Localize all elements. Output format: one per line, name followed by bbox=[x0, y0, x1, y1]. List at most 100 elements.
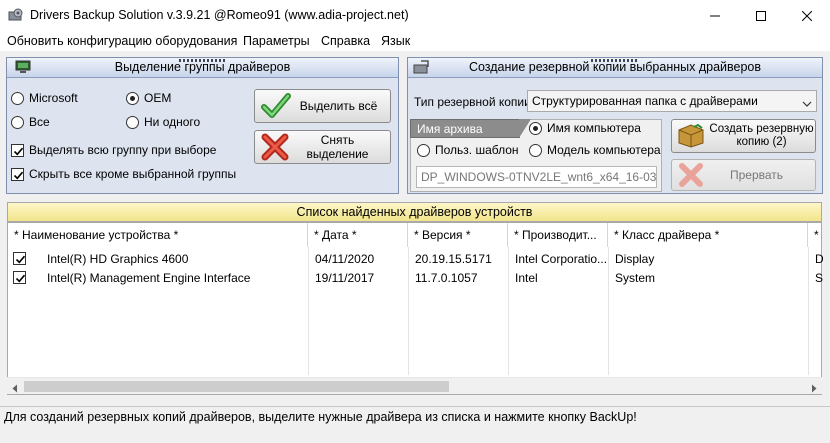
checkbox-hide-others-label: Скрыть все кроме выбранной группы bbox=[29, 167, 237, 181]
archive-name-group: Имя архива Имя компьютера Польз. шаблон … bbox=[410, 119, 662, 192]
radio-user-template-label: Польз. шаблон bbox=[435, 143, 519, 157]
red-x-icon bbox=[261, 133, 291, 161]
checkmark-icon bbox=[15, 274, 26, 283]
status-bar: Для созданий резервных копий драйверов, … bbox=[0, 406, 830, 443]
column-header-date[interactable]: * Дата * bbox=[308, 223, 408, 247]
radio-none[interactable]: Ни одного bbox=[126, 115, 200, 129]
horizontal-scrollbar[interactable] bbox=[7, 377, 822, 394]
radio-all-circle[interactable] bbox=[11, 115, 24, 129]
cell-date: 04/11/2020 bbox=[315, 252, 375, 266]
chevron-down-icon bbox=[802, 97, 812, 111]
drivers-table[interactable]: * Наименование устройства * * Дата * * В… bbox=[7, 222, 823, 395]
radio-computer-model-label: Модель компьютера bbox=[547, 143, 661, 157]
table-row[interactable]: Intel(R) Management Engine Interface 19/… bbox=[8, 268, 823, 287]
column-header-driver-class[interactable]: * Класс драйвера * bbox=[608, 223, 808, 247]
scrollbar-thumb[interactable] bbox=[24, 381, 449, 392]
column-header-device-name[interactable]: * Наименование устройства * bbox=[8, 223, 308, 247]
create-backup-button[interactable]: Создать резервную копию (2) bbox=[671, 119, 816, 153]
archive-name-label: Имя архива bbox=[417, 122, 483, 136]
drivers-list-header: Список найденных драйверов устройств bbox=[7, 202, 822, 222]
backup-panel: Создание резервной копии выбранных драйв… bbox=[407, 57, 823, 194]
abort-button-label: Прервать bbox=[729, 168, 784, 182]
radio-none-circle[interactable] bbox=[126, 115, 139, 129]
menu-language[interactable]: Язык bbox=[381, 34, 410, 48]
backup-panel-title: Создание резервной копии выбранных драйв… bbox=[468, 60, 762, 74]
cell-version: 11.7.0.1057 bbox=[415, 271, 478, 285]
title-bar[interactable]: Drivers Backup Solution v.3.9.21 @Romeo9… bbox=[0, 0, 830, 31]
row-checkbox[interactable] bbox=[13, 252, 26, 265]
radio-microsoft[interactable]: Microsoft bbox=[11, 91, 78, 105]
radio-computer-name-circle[interactable] bbox=[529, 121, 542, 135]
backup-drive-icon bbox=[413, 60, 431, 81]
row-checkbox[interactable] bbox=[13, 271, 26, 284]
select-all-button-label: Выделить всё bbox=[299, 99, 378, 113]
archive-name-field[interactable]: DP_WINDOWS-0TNV2LE_wnt6_x64_16-03-2025 bbox=[416, 166, 657, 188]
radio-all[interactable]: Все bbox=[11, 115, 50, 129]
scroll-left-icon[interactable] bbox=[11, 382, 19, 396]
cell-device-name: Intel(R) HD Graphics 4600 bbox=[47, 252, 189, 266]
radio-computer-model[interactable]: Модель компьютера bbox=[529, 143, 661, 157]
backup-panel-header: Создание резервной копии выбранных драйв… bbox=[408, 58, 822, 78]
checkbox-select-whole-group-box[interactable] bbox=[11, 143, 24, 157]
app-gear-icon bbox=[8, 8, 24, 22]
scroll-right-icon[interactable] bbox=[810, 382, 818, 396]
backup-type-value: Структурированная папка с драйверами bbox=[532, 94, 758, 108]
maximize-icon bbox=[756, 10, 766, 21]
menu-bar: Обновить конфигурацию оборудования Парам… bbox=[0, 31, 830, 51]
cell-driver-class: System bbox=[615, 271, 656, 285]
cell-extra: S bbox=[815, 271, 823, 285]
close-icon bbox=[802, 10, 812, 21]
checkmark-icon bbox=[13, 147, 24, 155]
select-all-button[interactable]: Выделить всё bbox=[254, 89, 391, 123]
radio-microsoft-circle[interactable] bbox=[11, 91, 24, 105]
radio-user-template-circle[interactable] bbox=[417, 143, 430, 157]
cell-extra: D bbox=[815, 252, 823, 266]
radio-oem[interactable]: OEM bbox=[126, 91, 171, 105]
cell-vendor: Intel bbox=[515, 271, 538, 285]
abort-button[interactable]: Прервать bbox=[671, 159, 816, 191]
column-header-version[interactable]: * Версия * bbox=[408, 223, 508, 247]
radio-computer-name[interactable]: Имя компьютера bbox=[529, 121, 641, 135]
package-icon bbox=[676, 122, 708, 150]
column-header-vendor[interactable]: * Производит... bbox=[508, 223, 608, 247]
menu-refresh-hardware[interactable]: Обновить конфигурацию оборудования bbox=[7, 34, 237, 48]
radio-none-label: Ни одного bbox=[144, 115, 201, 129]
checkbox-hide-others-box[interactable] bbox=[11, 167, 24, 181]
panel-grip-handle[interactable] bbox=[591, 59, 639, 62]
close-button[interactable] bbox=[784, 0, 830, 31]
radio-all-label: Все bbox=[29, 115, 50, 129]
cell-version: 20.19.15.5171 bbox=[415, 252, 492, 266]
drivers-list-title: Список найденных драйверов устройств bbox=[296, 205, 533, 219]
checkmark-icon bbox=[15, 255, 26, 264]
red-x-icon bbox=[678, 162, 708, 188]
maximize-button[interactable] bbox=[738, 0, 784, 31]
deselect-button[interactable]: Снять выделение bbox=[254, 130, 391, 164]
column-header-extra[interactable]: * bbox=[808, 223, 823, 247]
deselect-button-label: Снять выделение bbox=[306, 133, 369, 161]
radio-computer-name-label: Имя компьютера bbox=[547, 121, 641, 135]
client-area: Выделение группы драйверов Microsoft OEM… bbox=[0, 51, 830, 406]
menu-help[interactable]: Справка bbox=[321, 34, 370, 48]
create-backup-button-label: Создать резервную копию (2) bbox=[709, 123, 814, 148]
radio-microsoft-label: Microsoft bbox=[29, 91, 78, 105]
menu-settings[interactable]: Параметры bbox=[243, 34, 310, 48]
backup-type-select[interactable]: Структурированная папка с драйверами bbox=[527, 90, 817, 112]
table-row[interactable]: Intel(R) HD Graphics 4600 04/11/2020 20.… bbox=[8, 249, 823, 268]
cell-device-name: Intel(R) Management Engine Interface bbox=[47, 271, 251, 285]
radio-user-template[interactable]: Польз. шаблон bbox=[417, 143, 519, 157]
panel-grip-handle[interactable] bbox=[178, 59, 227, 62]
cell-driver-class: Display bbox=[615, 252, 655, 266]
radio-oem-circle[interactable] bbox=[126, 91, 139, 105]
radio-oem-label: OEM bbox=[144, 91, 172, 105]
minimize-button[interactable] bbox=[692, 0, 738, 31]
checkbox-select-whole-group[interactable]: Выделять всю группу при выборе bbox=[11, 143, 216, 157]
checkbox-hide-others[interactable]: Скрыть все кроме выбранной группы bbox=[11, 167, 236, 181]
archive-name-value: DP_WINDOWS-0TNV2LE_wnt6_x64_16-03-2025 bbox=[421, 170, 657, 184]
status-text: Для созданий резервных копий драйверов, … bbox=[4, 410, 637, 424]
checkbox-select-whole-group-label: Выделять всю группу при выборе bbox=[29, 143, 217, 157]
window-title: Drivers Backup Solution v.3.9.21 @Romeo9… bbox=[30, 8, 409, 22]
minimize-icon bbox=[710, 15, 720, 16]
monitor-icon bbox=[15, 60, 31, 80]
radio-computer-model-circle[interactable] bbox=[529, 143, 542, 157]
driver-group-panel: Выделение группы драйверов Microsoft OEM… bbox=[6, 57, 399, 194]
